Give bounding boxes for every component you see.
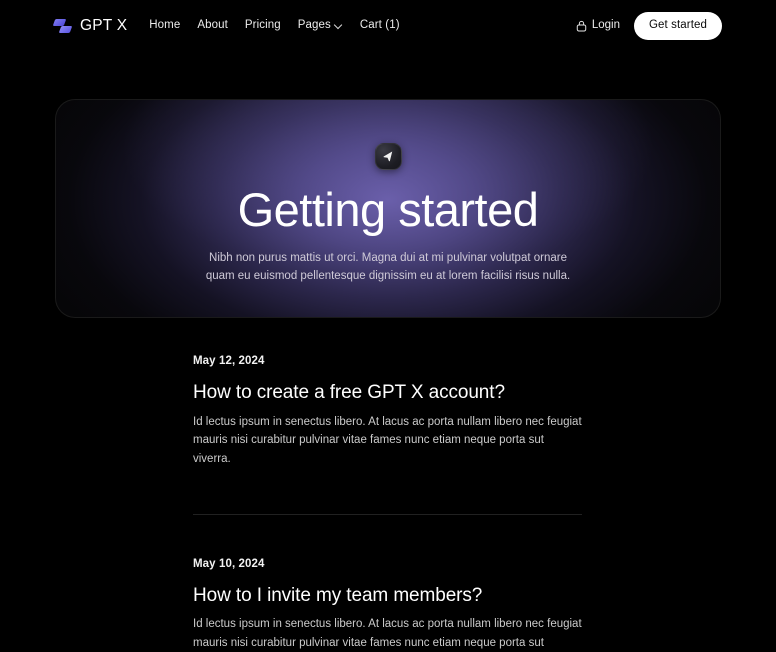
lock-icon (576, 20, 587, 32)
article-title[interactable]: How to I invite my team members? (193, 584, 583, 608)
nav-item-pages[interactable]: Pages (298, 20, 343, 32)
article-date: May 12, 2024 (193, 355, 265, 367)
article-date: May 10, 2024 (193, 557, 265, 570)
chevron-down-icon (335, 21, 343, 29)
gptx-logo-icon (52, 17, 73, 35)
login-link[interactable]: Login (576, 20, 620, 32)
nav-label: Home (149, 19, 181, 32)
article-excerpt: Id lectus ipsum in senectus libero. At l… (193, 415, 582, 465)
site-header: GPT X Home About Pricing Pages Cart (1) (0, 0, 776, 52)
nav-item-about[interactable]: About (197, 20, 228, 32)
primary-nav: Home About Pricing Pages Cart (1) (149, 20, 399, 32)
nav-label: Cart (1) (359, 19, 400, 32)
article-list: May 12, 2024 How to create a free GPT X … (193, 355, 583, 652)
get-started-button[interactable]: Get started (634, 11, 722, 41)
hero-title: Getting started (237, 183, 539, 236)
hero-card: Getting started Nibh non purus mattis ut… (55, 99, 721, 318)
nav-label: Pricing (244, 19, 281, 32)
nav-label: About (197, 19, 228, 32)
brand-name: GPT X (80, 17, 128, 35)
send-plane-icon (383, 151, 392, 162)
login-label: Login (591, 19, 620, 32)
article-divider (193, 513, 582, 515)
article-item[interactable]: May 12, 2024 How to create a free GPT X … (193, 355, 583, 469)
article-title[interactable]: How to create a free GPT X account? (193, 381, 583, 405)
nav-item-pricing[interactable]: Pricing (245, 20, 281, 32)
article-item[interactable]: May 10, 2024 How to I invite my team mem… (193, 558, 583, 652)
page-root: GPT X Home About Pricing Pages Cart (1) (0, 0, 776, 652)
article-excerpt: Id lectus ipsum in senectus libero. At l… (193, 618, 582, 649)
nav-label: Pages (297, 19, 331, 32)
header-actions: Login Get started (576, 11, 722, 41)
hero-subtitle: Nibh non purus mattis ut orci. Magna dui… (205, 252, 571, 283)
brand-logo-link[interactable]: GPT X (52, 17, 128, 35)
nav-item-cart[interactable]: Cart (1) (360, 20, 400, 32)
nav-item-home[interactable]: Home (149, 20, 180, 32)
hero-badge (374, 143, 402, 170)
